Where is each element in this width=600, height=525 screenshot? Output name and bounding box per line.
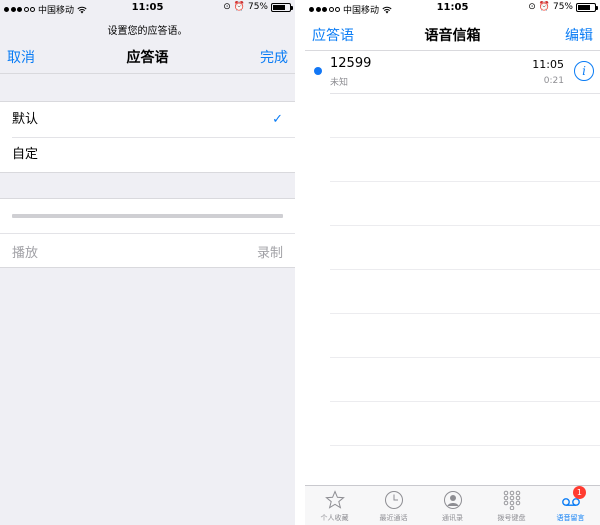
empty-row bbox=[330, 314, 600, 358]
rotation-lock-icon: ⊙ bbox=[528, 2, 536, 12]
info-icon[interactable]: i bbox=[574, 61, 594, 81]
tab-keypad[interactable]: 拨号键盘 bbox=[482, 486, 541, 525]
play-button[interactable]: 播放 bbox=[12, 242, 38, 261]
nav-divider bbox=[0, 73, 295, 74]
battery-level bbox=[578, 4, 590, 10]
battery-percent: 75% bbox=[552, 2, 573, 12]
voicemail-duration: 0:21 bbox=[543, 76, 564, 86]
voicemail-time: 11:05 bbox=[532, 58, 564, 71]
option-default[interactable]: 默认 ✓ bbox=[0, 102, 295, 137]
battery-icon bbox=[576, 2, 598, 12]
option-label: 默认 bbox=[12, 112, 39, 127]
greeting-options-list: 默认 ✓ 自定 bbox=[0, 101, 295, 173]
tab-label: 拨号键盘 bbox=[497, 514, 526, 522]
person-icon bbox=[443, 491, 462, 509]
tab-label: 语音留言 bbox=[556, 514, 585, 522]
unread-badge: 1 bbox=[572, 486, 586, 499]
checkmark-icon: ✓ bbox=[272, 112, 283, 127]
battery-percent: 75% bbox=[247, 2, 268, 12]
tab-contacts[interactable]: 通讯录 bbox=[423, 486, 482, 525]
battery-level bbox=[273, 4, 285, 10]
status-bar: 中国移动 11:05 ⊙ ⏰ 75% bbox=[0, 0, 295, 16]
voicemail-label: 未知 bbox=[330, 78, 349, 88]
option-custom[interactable]: 自定 bbox=[0, 137, 295, 172]
star-icon bbox=[324, 490, 345, 509]
tab-label: 个人收藏 bbox=[320, 514, 349, 522]
edit-button[interactable]: 编辑 bbox=[565, 25, 593, 45]
done-button[interactable]: 完成 bbox=[260, 47, 288, 67]
voicemail-list: 12599 未知 11:05 0:21 i bbox=[305, 50, 600, 446]
keypad-icon bbox=[503, 490, 520, 510]
option-label: 自定 bbox=[12, 147, 39, 162]
tab-label: 通讯录 bbox=[442, 514, 463, 522]
empty-row bbox=[330, 94, 600, 138]
clock-icon bbox=[384, 491, 403, 509]
tab-label: 最近通话 bbox=[379, 514, 408, 522]
voicemail-caller: 12599 bbox=[330, 56, 372, 71]
empty-row bbox=[330, 226, 600, 270]
empty-row bbox=[330, 138, 600, 182]
navigation-bar: 取消 应答语 完成 bbox=[0, 40, 295, 72]
greeting-settings-screen: 中国移动 11:05 ⊙ ⏰ 75% 设置您的应答语。 取消 应答语 完成 默认… bbox=[0, 0, 295, 525]
unread-indicator-icon bbox=[314, 67, 322, 75]
battery-icon bbox=[271, 2, 293, 12]
voicemail-screen: 中国移动 11:05 ⊙ ⏰ 75% 应答语 语音信箱 编辑 12599 未知 … bbox=[305, 0, 600, 525]
playback-progress-bar[interactable] bbox=[12, 214, 283, 218]
navigation-bar: 应答语 语音信箱 编辑 bbox=[305, 18, 600, 50]
tab-bar: 个人收藏 最近通话 通讯录 拨号键盘 1 语音留言 bbox=[305, 485, 600, 525]
rotation-lock-icon: ⊙ bbox=[223, 2, 231, 12]
recording-panel: 播放 录制 bbox=[0, 198, 295, 268]
voicemail-row[interactable]: 12599 未知 11:05 0:21 i bbox=[314, 50, 600, 94]
record-button[interactable]: 录制 bbox=[257, 242, 283, 261]
empty-row bbox=[330, 270, 600, 314]
empty-row bbox=[330, 358, 600, 402]
tab-favorites[interactable]: 个人收藏 bbox=[305, 486, 364, 525]
empty-row bbox=[330, 182, 600, 226]
status-bar: 中国移动 11:05 ⊙ ⏰ 75% bbox=[305, 0, 600, 16]
empty-row bbox=[330, 402, 600, 446]
playback-controls: 播放 录制 bbox=[0, 233, 295, 268]
greeting-prompt: 设置您的应答语。 bbox=[107, 26, 188, 37]
page-title: 语音信箱 bbox=[424, 28, 481, 44]
tab-voicemail[interactable]: 1 语音留言 bbox=[541, 486, 600, 525]
page-title: 应答语 bbox=[126, 50, 169, 66]
tab-recents[interactable]: 最近通话 bbox=[364, 486, 423, 525]
alarm-icon: ⏰ bbox=[233, 2, 245, 12]
alarm-icon: ⏰ bbox=[538, 2, 550, 12]
